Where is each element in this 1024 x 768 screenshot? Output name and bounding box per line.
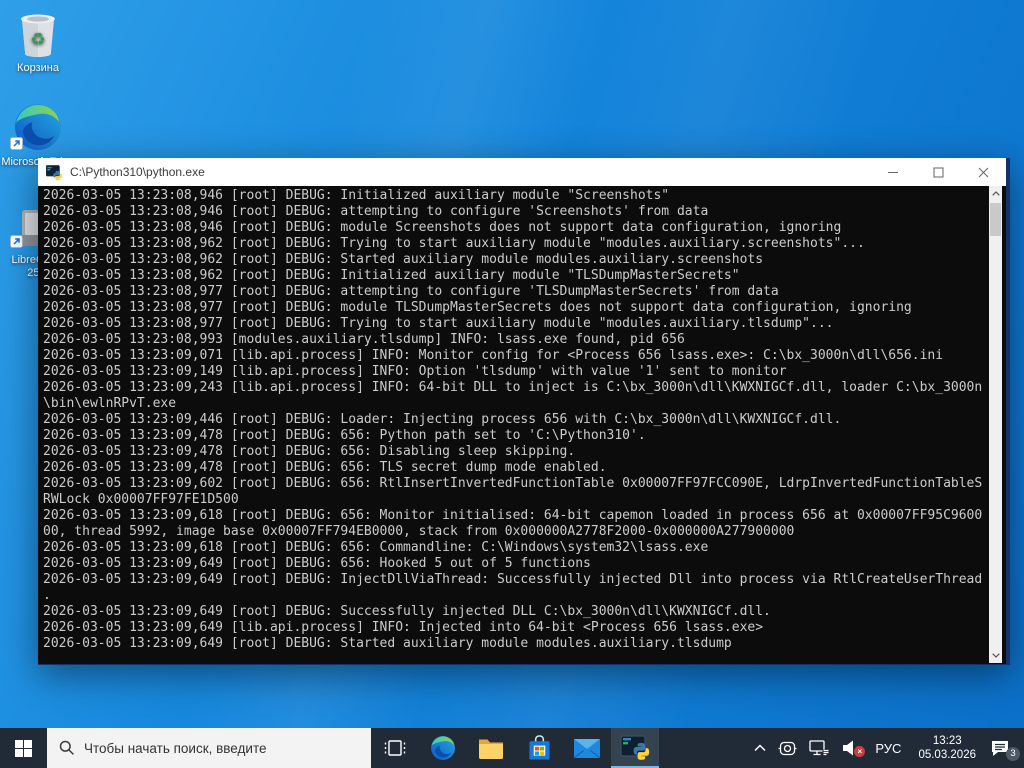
- microsoft-store-icon: [528, 735, 551, 761]
- vertical-scrollbar[interactable]: [989, 186, 1002, 663]
- edge-icon: [0, 102, 76, 152]
- console-line: 2026-03-05 13:23:08,977 [root] DEBUG: Tr…: [43, 316, 990, 332]
- notification-count-badge: 3: [1006, 747, 1020, 761]
- scroll-up-arrow-icon[interactable]: [989, 186, 1002, 201]
- tray-disc-drive-button[interactable]: [772, 728, 803, 768]
- disc-drive-icon: [778, 740, 797, 757]
- console-line: 2026-03-05 13:23:09,649 [root] DEBUG: St…: [43, 636, 990, 652]
- mail-icon: [574, 739, 600, 758]
- python-console-icon: [620, 735, 650, 761]
- console-line: 2026-03-05 13:23:08,977 [root] DEBUG: mo…: [43, 300, 990, 316]
- console-line: 2026-03-05 13:23:09,602 [root] DEBUG: 65…: [43, 476, 990, 492]
- volume-muted-badge: ×: [854, 746, 865, 757]
- console-line: 2026-03-05 13:23:09,478 [root] DEBUG: 65…: [43, 444, 990, 460]
- recycle-bin-icon: ♻: [0, 8, 76, 58]
- network-icon: [809, 740, 830, 757]
- console-line: 2026-03-05 13:23:09,649 [root] DEBUG: Su…: [43, 604, 990, 620]
- desktop: { "desktop": { "icons": [ { "name": "rec…: [0, 0, 1024, 768]
- desktop-icon-recycle-bin[interactable]: ♻ Корзина: [0, 8, 76, 75]
- tray-expand-button[interactable]: [748, 728, 772, 768]
- search-input[interactable]: [84, 741, 359, 756]
- console-line: 00, thread 5992, image base 0x00007FF794…: [43, 524, 990, 540]
- console-window: C:\Python310\python.exe 2026-03-05 13:23…: [38, 158, 1010, 665]
- shortcut-arrow-icon: [10, 137, 23, 154]
- maximize-button[interactable]: [916, 158, 961, 186]
- search-icon: [59, 740, 75, 756]
- edge-icon: [430, 735, 456, 761]
- console-line: 2026-03-05 13:23:09,478 [root] DEBUG: 65…: [43, 428, 990, 444]
- console-line: .: [43, 588, 990, 604]
- desktop-icon-label: Корзина: [0, 62, 76, 75]
- console-line: 2026-03-05 13:23:09,071 [lib.api.process…: [43, 348, 990, 364]
- console-line: \bin\ewlnRPvT.exe: [43, 396, 990, 412]
- console-line: RWLock 0x00007FF97FE1D500: [43, 492, 990, 508]
- console-line: 2026-03-05 13:23:09,649 [root] DEBUG: In…: [43, 572, 990, 588]
- console-line: 2026-03-05 13:23:09,478 [root] DEBUG: 65…: [43, 460, 990, 476]
- console-line: 2026-03-05 13:23:08,946 [root] DEBUG: mo…: [43, 220, 990, 236]
- svg-text:♻: ♻: [30, 30, 45, 50]
- python-console-icon: [46, 164, 63, 181]
- console-line: 2026-03-05 13:23:08,962 [root] DEBUG: In…: [43, 268, 990, 284]
- console-line: 2026-03-05 13:23:08,977 [root] DEBUG: at…: [43, 284, 990, 300]
- clock-date: 05.03.2026: [918, 748, 976, 762]
- taskbar-mail-button[interactable]: [563, 728, 611, 768]
- language-indicator[interactable]: РУС: [866, 728, 910, 768]
- console-line: 2026-03-05 13:23:09,446 [root] DEBUG: Lo…: [43, 412, 990, 428]
- console-output: 2026-03-05 13:23:08,946 [root] DEBUG: In…: [38, 186, 1006, 664]
- clock-time: 13:23: [918, 734, 976, 748]
- shortcut-arrow-icon: [10, 235, 23, 252]
- window-titlebar[interactable]: C:\Python310\python.exe: [38, 158, 1006, 186]
- console-line: 2026-03-05 13:23:08,962 [root] DEBUG: St…: [43, 252, 990, 268]
- console-line: 2026-03-05 13:23:09,649 [lib.api.process…: [43, 620, 990, 636]
- taskbar-edge-button[interactable]: [419, 728, 467, 768]
- console-line: 2026-03-05 13:23:09,243 [lib.api.process…: [43, 380, 990, 396]
- scroll-down-arrow-icon[interactable]: [989, 648, 1002, 663]
- console-line: 2026-03-05 13:23:09,618 [root] DEBUG: 65…: [43, 508, 990, 524]
- start-button[interactable]: [0, 728, 47, 768]
- console-line: 2026-03-05 13:23:08,946 [root] DEBUG: In…: [43, 188, 990, 204]
- console-line: 2026-03-05 13:23:08,946 [root] DEBUG: at…: [43, 204, 990, 220]
- system-tray: × РУС 13:23 05.03.2026 3: [748, 728, 1024, 768]
- tray-network-button[interactable]: [803, 728, 836, 768]
- windows-logo-icon: [15, 740, 32, 757]
- tray-volume-button[interactable]: ×: [836, 728, 866, 768]
- task-view-icon: [384, 739, 406, 757]
- console-line: 2026-03-05 13:23:09,649 [root] DEBUG: 65…: [43, 556, 990, 572]
- console-line: 2026-03-05 13:23:09,618 [root] DEBUG: 65…: [43, 540, 990, 556]
- window-title: C:\Python310\python.exe: [70, 165, 871, 179]
- console-line: 2026-03-05 13:23:08,993 [modules.auxilia…: [43, 332, 990, 348]
- taskbar-clock[interactable]: 13:23 05.03.2026: [910, 728, 984, 768]
- console-line: 2026-03-05 13:23:09,149 [lib.api.process…: [43, 364, 990, 380]
- task-view-button[interactable]: [371, 728, 419, 768]
- chevron-up-icon: [754, 744, 766, 752]
- console-line: 2026-03-05 13:23:08,962 [root] DEBUG: Tr…: [43, 236, 990, 252]
- action-center-button[interactable]: 3: [984, 728, 1020, 768]
- file-explorer-icon: [478, 738, 504, 759]
- taskbar-file-explorer-button[interactable]: [467, 728, 515, 768]
- minimize-button[interactable]: [871, 158, 916, 186]
- taskbar-python-console-button[interactable]: [611, 728, 659, 768]
- taskbar-search-box[interactable]: [47, 728, 371, 768]
- close-button[interactable]: [961, 158, 1006, 186]
- taskbar: × РУС 13:23 05.03.2026 3: [0, 728, 1024, 768]
- scrollbar-thumb[interactable]: [990, 203, 1001, 236]
- taskbar-store-button[interactable]: [515, 728, 563, 768]
